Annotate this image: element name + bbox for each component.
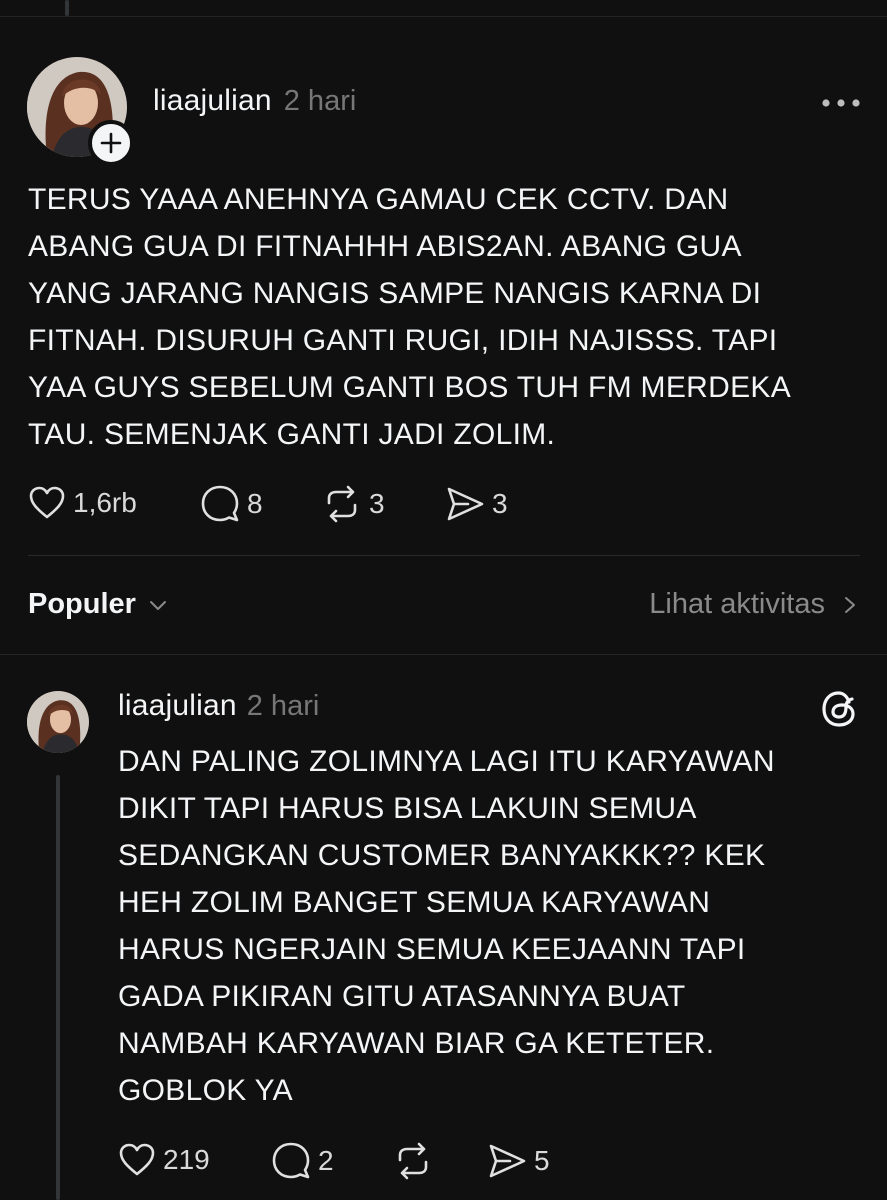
sort-dropdown[interactable]: Populer xyxy=(28,588,170,621)
reply-like-count: 219 xyxy=(163,1144,210,1175)
separator-top xyxy=(0,16,887,17)
heart-icon xyxy=(119,1143,155,1176)
threads-logo-icon xyxy=(822,691,855,727)
thread-connector-top xyxy=(65,0,69,16)
post-text: TERUS YAAA ANEHNYA GAMAU CEK CCTV. DAN A… xyxy=(28,183,792,451)
reply-button[interactable]: 8 xyxy=(199,483,263,525)
more-button[interactable] xyxy=(820,92,862,114)
reply-share-count: 5 xyxy=(534,1145,550,1176)
reply-avatar[interactable] xyxy=(27,691,89,753)
reply-share-button[interactable]: 5 xyxy=(486,1140,550,1182)
post-header: liaajulian 2 hari xyxy=(153,84,356,118)
reply-header: liaajulian 2 hari xyxy=(118,689,319,723)
send-icon xyxy=(447,487,484,521)
sort-label: Populer xyxy=(28,588,136,620)
heart-icon xyxy=(29,486,65,519)
post-time: 2 hari xyxy=(283,85,357,117)
share-count: 3 xyxy=(492,488,508,519)
chevron-right-icon xyxy=(845,596,855,613)
reply-like-button[interactable]: 219 xyxy=(117,1140,210,1180)
threads-logo xyxy=(818,688,860,730)
like-button[interactable]: 1,6rb xyxy=(27,483,137,523)
reply-reply-button[interactable]: 2 xyxy=(270,1140,334,1182)
view-activity-label: Lihat aktivitas xyxy=(649,588,825,620)
reply-username[interactable]: liaajulian xyxy=(118,689,237,723)
comment-icon xyxy=(272,1142,310,1179)
repost-count: 3 xyxy=(369,488,385,519)
send-icon xyxy=(489,1144,526,1178)
more-horizontal-icon xyxy=(822,99,860,107)
plus-icon xyxy=(100,132,122,154)
comment-icon xyxy=(201,485,239,522)
reply-time: 2 hari xyxy=(246,690,320,722)
reply-count: 8 xyxy=(247,488,263,519)
follow-button[interactable] xyxy=(88,120,134,166)
reply-text: DAN PALING ZOLIMNYA LAGI ITU KARYAWAN DI… xyxy=(118,745,775,1107)
reply-reply-count: 2 xyxy=(318,1145,334,1176)
avatar-image xyxy=(27,691,89,753)
username[interactable]: liaajulian xyxy=(153,84,272,118)
repost-icon xyxy=(398,1142,428,1180)
reply-repost-button[interactable] xyxy=(392,1140,434,1182)
separator xyxy=(28,555,860,556)
share-button[interactable]: 3 xyxy=(444,483,508,525)
view-activity-link[interactable]: Lihat aktivitas xyxy=(649,588,861,621)
repost-icon xyxy=(327,485,357,523)
like-count: 1,6rb xyxy=(73,487,137,518)
thread-line xyxy=(56,775,60,1200)
separator-full xyxy=(0,654,887,655)
repost-button[interactable]: 3 xyxy=(321,483,385,525)
chevron-down-icon xyxy=(149,600,166,610)
